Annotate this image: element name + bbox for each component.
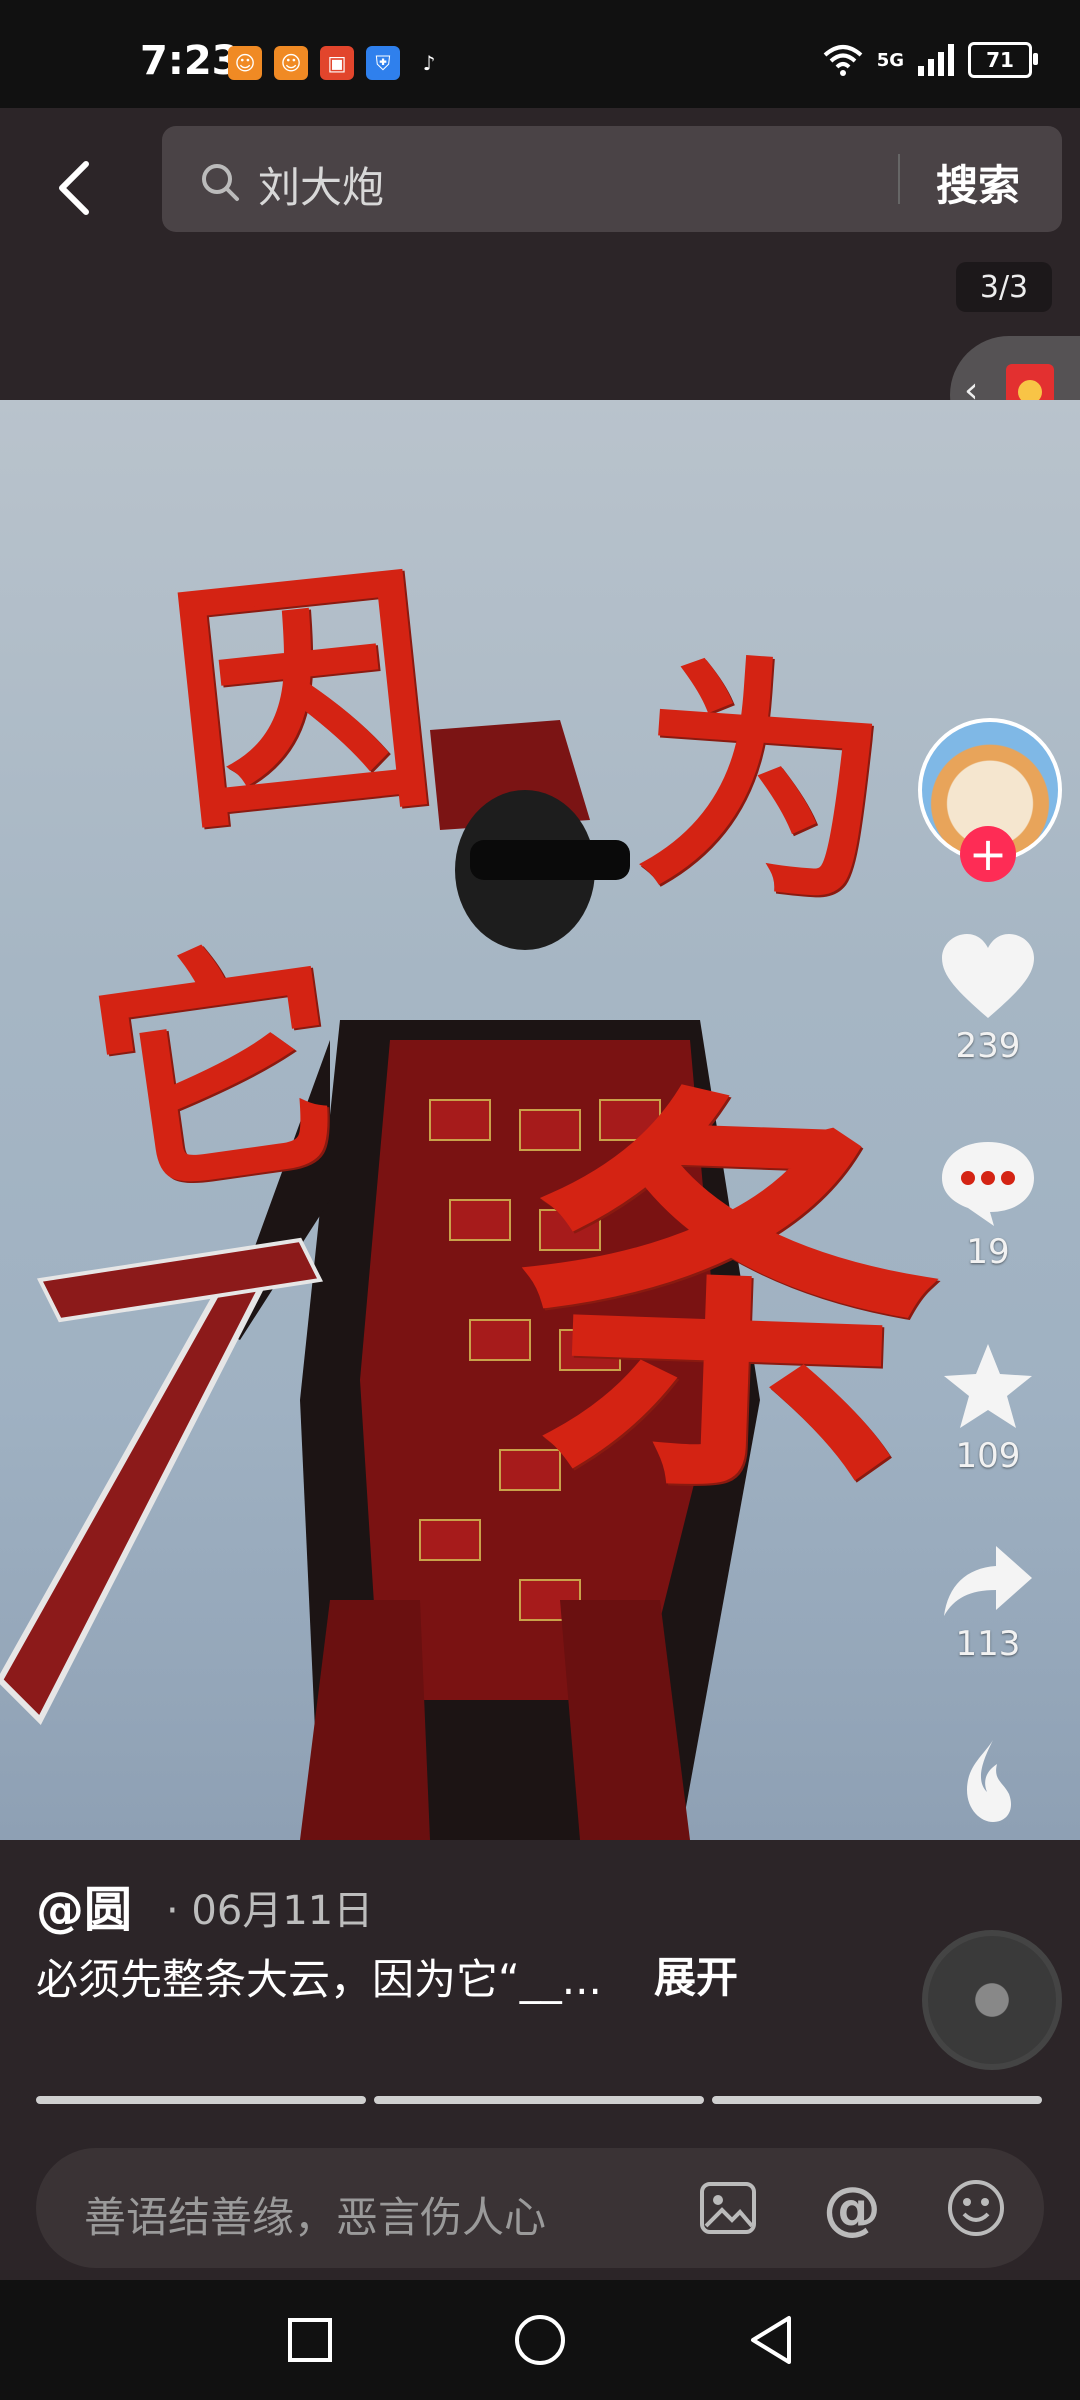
search-button[interactable]: 搜索: [936, 152, 1020, 213]
back-arrow-icon: [59, 161, 89, 215]
battery-level: 71: [986, 48, 1014, 72]
expand-button[interactable]: 展开: [654, 1944, 738, 2005]
home-button[interactable]: [510, 2310, 570, 2370]
comment-icon: [942, 1142, 1034, 1226]
share-button[interactable]: 113: [910, 1540, 1066, 1664]
comment-placeholder[interactable]: 善语结善缘，恶言伤人心: [84, 2184, 546, 2245]
progress-segment-2: [374, 2096, 704, 2104]
square-icon: [288, 2318, 332, 2362]
comment-bar-area: 善语结善缘，恶言伤人心 @: [0, 2130, 1080, 2280]
favorite-count: 109: [955, 1436, 1021, 1476]
triangle-back-icon: [751, 2316, 791, 2364]
star-icon: [944, 1344, 1032, 1428]
author-name[interactable]: @圆: [36, 1870, 132, 1940]
network-type: 5G: [876, 49, 904, 71]
post-date: · 06月11日: [166, 1888, 374, 1934]
back-button[interactable]: [44, 148, 104, 228]
image-icon[interactable]: [698, 2178, 758, 2238]
app-icon-1: ☺: [228, 46, 262, 80]
share-count: 113: [955, 1624, 1021, 1664]
search-divider: [898, 154, 900, 204]
post-description: @圆 · 06月11日 必须先整条大云，因为它“__... 展开: [0, 1840, 1080, 2130]
top-search-area: 刘大炮 搜索: [0, 108, 1080, 400]
app-icon-3: ▣: [320, 46, 354, 80]
battery-indicator: 71: [968, 42, 1038, 78]
signal-icon: [918, 44, 954, 76]
status-indicators: 5G 71: [823, 42, 1038, 78]
status-app-icons: ☺ ☺ ▣ ⛨ ♪: [228, 46, 446, 80]
status-time: 7:23: [140, 38, 240, 84]
tiktok-icon: ♪: [422, 51, 436, 75]
search-icon: [202, 164, 239, 201]
comment-input[interactable]: 善语结善缘，恶言伤人心 @: [36, 2148, 1044, 2268]
emoji-icon[interactable]: [946, 2178, 1006, 2238]
post-caption[interactable]: 必须先整条大云，因为它“__...: [36, 1946, 602, 2007]
page-indicator: 3/3: [956, 262, 1052, 312]
favorite-button[interactable]: 109: [910, 1340, 1066, 1476]
overlay-char-4: 条: [510, 1046, 948, 1555]
follow-plus-button[interactable]: +: [960, 826, 1016, 882]
search-input[interactable]: 刘大炮: [258, 154, 384, 215]
share-icon: [944, 1546, 1032, 1616]
search-box[interactable]: 刘大炮 搜索: [162, 126, 1062, 232]
wifi-icon: [823, 45, 863, 76]
progress-segment-3: [712, 2096, 1042, 2104]
comment-count: 19: [966, 1232, 1010, 1272]
nav-back-button[interactable]: [740, 2310, 800, 2370]
comment-button[interactable]: 19: [910, 1138, 1066, 1272]
progress-segment-1: [36, 2096, 366, 2104]
mention-icon[interactable]: @: [822, 2174, 882, 2242]
overlay-char-1: 因: [157, 536, 448, 867]
recent-apps-button[interactable]: [280, 2310, 340, 2370]
status-bar: 7:23 ☺ ☺ ▣ ⛨ ♪ 5G 71: [0, 0, 1080, 108]
music-disc[interactable]: [922, 1930, 1062, 2070]
overlay-char-3: 它: [73, 908, 363, 1235]
shield-icon: ⛨: [366, 46, 400, 80]
flame-icon: [967, 1740, 1012, 1822]
system-nav-bar: [0, 2280, 1080, 2400]
overlay-char-2: 为: [628, 626, 899, 938]
like-button[interactable]: 239: [910, 930, 1066, 1066]
circle-icon: [515, 2315, 565, 2365]
like-count: 239: [955, 1026, 1021, 1066]
heart-icon: [942, 934, 1034, 1018]
app-icon-2: ☺: [274, 46, 308, 80]
